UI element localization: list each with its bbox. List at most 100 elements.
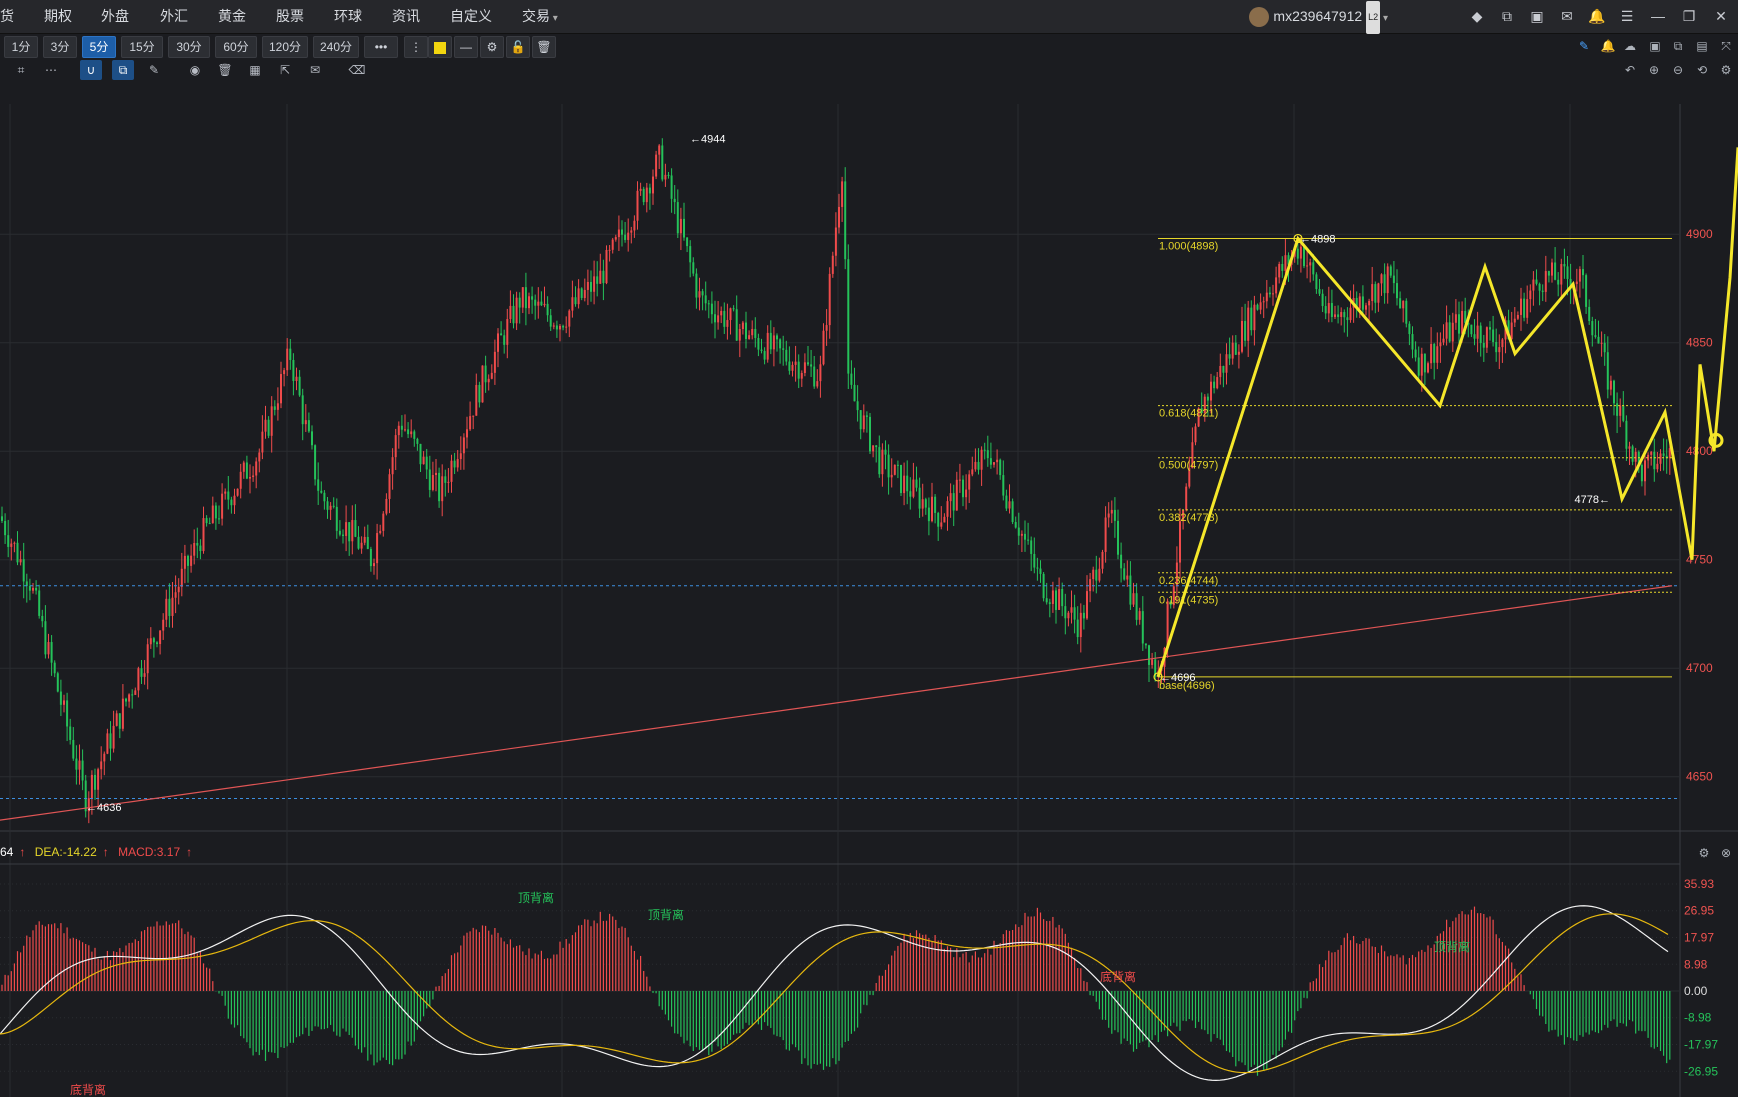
crop-icon[interactable]: ⌗ [10,60,32,80]
candle-body [859,410,862,430]
candle-body [360,542,363,549]
magnet-icon[interactable]: ∪ [80,60,102,80]
undo-icon[interactable]: ↶ [1620,60,1640,80]
grid-icon[interactable]: ⋮ [404,36,428,58]
export-icon[interactable]: ⇱ [274,60,296,80]
candle-body [190,555,193,566]
candle-body [803,362,806,373]
tf-3m[interactable]: 3分 [43,36,77,58]
menu-news[interactable]: 资讯 [392,0,420,33]
draw-icon[interactable]: ✎ [1574,36,1594,56]
candle-body [565,326,568,328]
unlock-icon[interactable]: 🔓 [506,36,530,58]
candle-body [785,349,788,362]
candle-body [1244,320,1247,341]
delete-icon[interactable]: 🗑 [214,60,236,80]
candle-body [1138,611,1141,620]
chart-settings-icon[interactable]: ⚙ [1716,60,1736,80]
candle-body [1613,380,1615,404]
fib-label: 1.000(4898) [1159,241,1218,253]
menu-foreign[interactable]: 外盘 [101,0,129,33]
apps-icon[interactable]: ▦ [244,60,266,80]
menu-custom[interactable]: 自定义 [450,0,492,33]
zoom-out-icon[interactable]: ⊖ [1668,60,1688,80]
candle-body [1541,290,1544,292]
candle-body [1634,451,1637,462]
tf-15m[interactable]: 15分 [121,36,163,58]
trash-icon[interactable]: 🗑 [532,36,556,58]
candle-body [1516,314,1519,319]
candle-body [1368,300,1371,306]
candle-body [289,348,292,360]
menu-futures[interactable]: 货 [0,0,14,33]
candle-body [506,319,509,345]
menu-global[interactable]: 环球 [334,0,362,33]
candle-body [413,431,416,439]
eraser-icon[interactable]: ⌫ [346,60,368,80]
candle-body [1430,343,1433,364]
candle-body [258,452,261,462]
fullscreen-icon[interactable]: ⤧ [1716,36,1736,56]
reset-icon[interactable]: ⟲ [1692,60,1712,80]
layers-icon[interactable]: ◆ [1464,0,1490,33]
candle-body [940,522,943,527]
tf-30m[interactable]: 30分 [168,36,210,58]
candle-body [915,479,918,488]
zoom-in-icon[interactable]: ⊕ [1644,60,1664,80]
alert-icon[interactable]: 🔔 [1598,36,1618,56]
close-icon[interactable]: ✕ [1708,0,1734,33]
candle-body [1551,262,1553,276]
candle-body [317,479,320,491]
menu-gold[interactable]: 黄金 [218,0,246,33]
menu-stocks[interactable]: 股票 [276,0,304,33]
tf-120m[interactable]: 120分 [262,36,308,58]
minimize-icon[interactable]: — [1645,0,1671,33]
candle-body [608,249,611,251]
pencil-icon[interactable]: ✎ [143,60,165,80]
tf-1m[interactable]: 1分 [4,36,38,58]
macd-close-icon[interactable]: ⊗ [1716,843,1736,863]
mail-icon[interactable]: ✉ [1554,0,1580,33]
candle-body [1640,464,1643,482]
window-icon[interactable]: ⧉ [1494,0,1520,33]
candle-body [1662,453,1665,456]
candle-body [549,315,552,327]
menu-options[interactable]: 期权 [44,0,72,33]
restore-icon[interactable]: ❐ [1676,0,1702,33]
candle-body [208,523,211,525]
camera-icon[interactable]: ▣ [1524,0,1550,33]
avatar[interactable] [1249,7,1270,28]
layout-icon[interactable]: ▤ [1692,36,1712,56]
candle-body [630,230,633,233]
settings-icon[interactable]: ⚙ [480,36,504,58]
line-style-icon[interactable]: — [454,36,478,58]
user-account[interactable]: mx239647912 L2 ▾ [1249,0,1388,34]
macd-settings-icon[interactable]: ⚙ [1694,843,1714,863]
divergence-label: 顶背离 [518,890,554,905]
candle-body [1371,284,1374,301]
tf-60m[interactable]: 60分 [215,36,257,58]
screenshot-icon[interactable]: ▣ [1645,36,1665,56]
chart-area[interactable]: 4900485048004750470046501.000(4898)0.618… [0,104,1738,1097]
more-icon[interactable]: ⋯ [40,60,62,80]
menu-trade[interactable]: 交易 [522,0,558,33]
divergence-label: 顶背离 [648,907,684,922]
tf-5m[interactable]: 5分 [82,36,116,58]
candle-body [869,416,871,452]
cloud-icon[interactable]: ☁ [1620,36,1640,56]
copy-icon[interactable]: ⧉ [1668,36,1688,56]
candle-body [571,297,574,311]
tf-240m[interactable]: 240分 [313,36,359,58]
candle-body [233,495,236,506]
menu-forex[interactable]: 外汇 [160,0,188,33]
candle-body [1194,426,1197,443]
color-swatch-icon[interactable] [428,36,452,58]
list-icon[interactable]: ☰ [1614,0,1640,33]
candle-body [1544,271,1547,292]
more-button[interactable]: ••• [364,36,398,58]
eye-icon[interactable]: ◉ [184,60,206,80]
comment-icon[interactable]: ✉ [304,60,326,80]
bell-icon[interactable]: 🔔 [1584,0,1610,33]
candle-body [1005,495,1008,509]
clone-icon[interactable]: ⧉ [112,60,134,80]
